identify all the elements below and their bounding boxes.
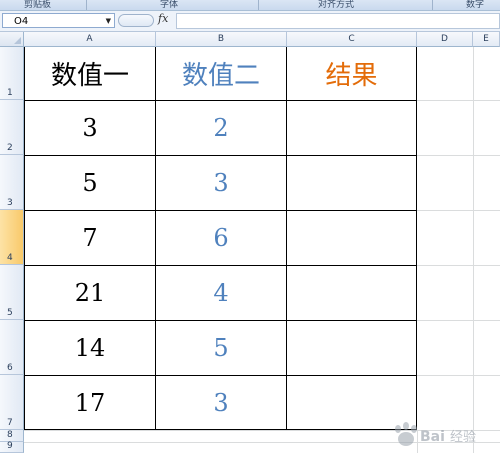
cell-a6[interactable]: 14 — [25, 321, 155, 375]
row-header-6[interactable]: 6 — [0, 320, 24, 375]
row-number: 4 — [7, 253, 13, 263]
ribbon-separator — [86, 0, 87, 10]
ribbon-group-font[interactable]: 字体 — [160, 0, 178, 10]
cell-a2[interactable]: 3 — [25, 101, 155, 155]
cell-b6[interactable]: 5 — [156, 321, 286, 375]
row-number: 2 — [7, 143, 13, 153]
cell-c2[interactable] — [287, 101, 416, 155]
chevron-down-icon[interactable]: ▼ — [106, 14, 111, 29]
insert-function-icon[interactable]: fx — [158, 12, 168, 25]
select-all-triangle-icon — [14, 37, 21, 44]
row-number: 1 — [7, 88, 13, 98]
column-header-d[interactable]: D — [417, 32, 473, 47]
cell-a4[interactable]: 7 — [25, 211, 155, 265]
cell-a7[interactable]: 17 — [25, 376, 155, 429]
ribbon-separator — [432, 0, 433, 10]
row-number: 7 — [7, 418, 13, 428]
baidu-jingyan-watermark-logo: Bai 经验 — [395, 422, 476, 446]
row-number: 8 — [7, 430, 13, 440]
row-header-5[interactable]: 5 — [0, 265, 24, 320]
cell-b5[interactable]: 4 — [156, 266, 286, 320]
formula-bar-expand-button[interactable] — [118, 14, 154, 27]
cell-a3[interactable]: 5 — [25, 156, 155, 210]
row-number: 5 — [7, 308, 13, 318]
cell-b3[interactable]: 3 — [156, 156, 286, 210]
column-header-a[interactable]: A — [24, 32, 156, 47]
column-header-c[interactable]: C — [287, 32, 417, 47]
row-header-2[interactable]: 2 — [0, 100, 24, 155]
cell-c6[interactable] — [287, 321, 416, 375]
name-box[interactable]: O4 ▼ — [2, 13, 115, 28]
svg-text:Bai: Bai — [420, 429, 445, 445]
cell-b7[interactable]: 3 — [156, 376, 286, 429]
cell-b1-header[interactable]: 数值二 — [156, 47, 286, 100]
cell-c1-header[interactable]: 结果 — [287, 47, 416, 100]
gridline — [473, 47, 474, 453]
formula-bar: O4 ▼ fx — [0, 11, 500, 32]
cell-c3[interactable] — [287, 156, 416, 210]
cell-b2[interactable]: 2 — [156, 101, 286, 155]
ribbon-group-alignment[interactable]: 对齐方式 — [318, 0, 354, 10]
row-header-3[interactable]: 3 — [0, 155, 24, 210]
formula-input[interactable] — [176, 13, 500, 29]
cell-c5[interactable] — [287, 266, 416, 320]
ribbon-group-number[interactable]: 数字 — [466, 0, 484, 10]
row-header-4[interactable]: 4 — [0, 210, 24, 265]
table-border — [24, 429, 417, 430]
name-box-value: O4 — [14, 16, 29, 27]
select-all-corner[interactable] — [0, 32, 24, 47]
row-number: 3 — [7, 198, 13, 208]
ribbon-separator — [258, 0, 259, 10]
cell-a1-header[interactable]: 数值一 — [25, 47, 155, 100]
column-header-b[interactable]: B — [156, 32, 287, 47]
ribbon-group-clipboard[interactable]: 剪贴板 — [24, 0, 51, 10]
cell-c4[interactable] — [287, 211, 416, 265]
svg-text:经验: 经验 — [450, 429, 476, 445]
row-header-9[interactable]: 9 — [0, 441, 24, 453]
row-number: 6 — [7, 363, 13, 373]
ribbon-group-labels: 剪贴板 字体 对齐方式 数字 — [0, 0, 500, 11]
cell-b4[interactable]: 6 — [156, 211, 286, 265]
column-header-e[interactable]: E — [473, 32, 500, 47]
cell-a5[interactable]: 21 — [25, 266, 155, 320]
table-border — [416, 47, 417, 430]
row-header-7[interactable]: 7 — [0, 375, 24, 430]
row-header-1[interactable]: 1 — [0, 47, 24, 100]
row-number: 9 — [7, 441, 13, 451]
